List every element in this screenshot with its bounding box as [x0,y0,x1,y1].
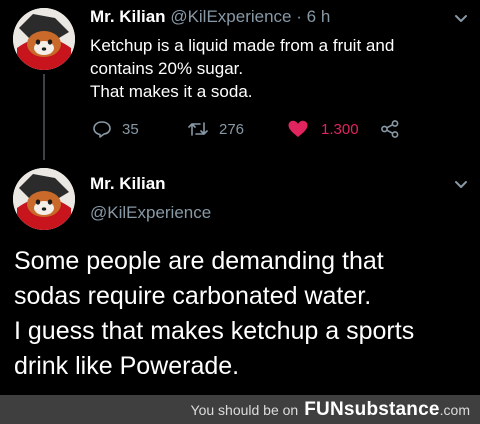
reply-count: 35 [122,120,139,138]
share-button[interactable] [380,116,400,142]
avatar[interactable] [13,168,75,230]
tweet-1[interactable]: Mr. Kilian @KilExperience · 6 h Ketchup … [0,0,480,160]
like-button[interactable]: 1.300 [287,116,359,142]
author-name[interactable]: Mr. Kilian [90,174,166,194]
tweet-1-header: Mr. Kilian @KilExperience · 6 h [90,7,330,27]
reply-button[interactable]: 35 [92,116,139,142]
footer-brand: FUNsubstance [304,398,440,420]
author-handle[interactable]: @KilExperience [170,7,291,26]
timestamp[interactable]: 6 h [307,7,331,26]
footer-tld: .com [439,401,470,418]
chevron-down-icon[interactable] [454,180,468,190]
footer-prefix: You should be on [190,401,299,418]
tweet-2-text: Some people are demanding that sodas req… [14,244,474,384]
tweet-text-line: contains 20% sugar. [90,59,244,78]
heart-icon [288,120,308,137]
red-panda-avatar-icon [13,8,75,70]
tweet-text-line: That makes it a soda. [90,82,253,101]
tweet-text-line: Ketchup is a liquid made from a fruit an… [90,36,395,55]
tweet-text-line: Some people are demanding that [14,247,384,275]
avatar[interactable] [13,8,75,70]
tweet-text-line: drink like Powerade. [14,352,240,380]
like-count: 1.300 [321,120,359,138]
retweet-icon [188,122,208,136]
watermark-footer: You should be on FUNsubstance .com [0,395,480,424]
retweet-button[interactable]: 276 [187,116,244,142]
separator: · [296,7,302,26]
author-handle[interactable]: @KilExperience [90,203,211,223]
red-panda-avatar-icon [13,168,75,230]
reply-icon [93,121,111,138]
share-icon [381,120,399,138]
tweet-text-line: I guess that makes ketchup a sports [14,317,415,345]
tweet-actions: 35 276 1.300 [0,116,480,142]
tweet-1-text: Ketchup is a liquid made from a fruit an… [90,34,460,103]
chevron-down-icon[interactable] [454,14,468,24]
retweet-count: 276 [219,120,245,138]
author-name[interactable]: Mr. Kilian [90,7,166,26]
tweet-text-line: sodas require carbonated water. [14,282,372,310]
